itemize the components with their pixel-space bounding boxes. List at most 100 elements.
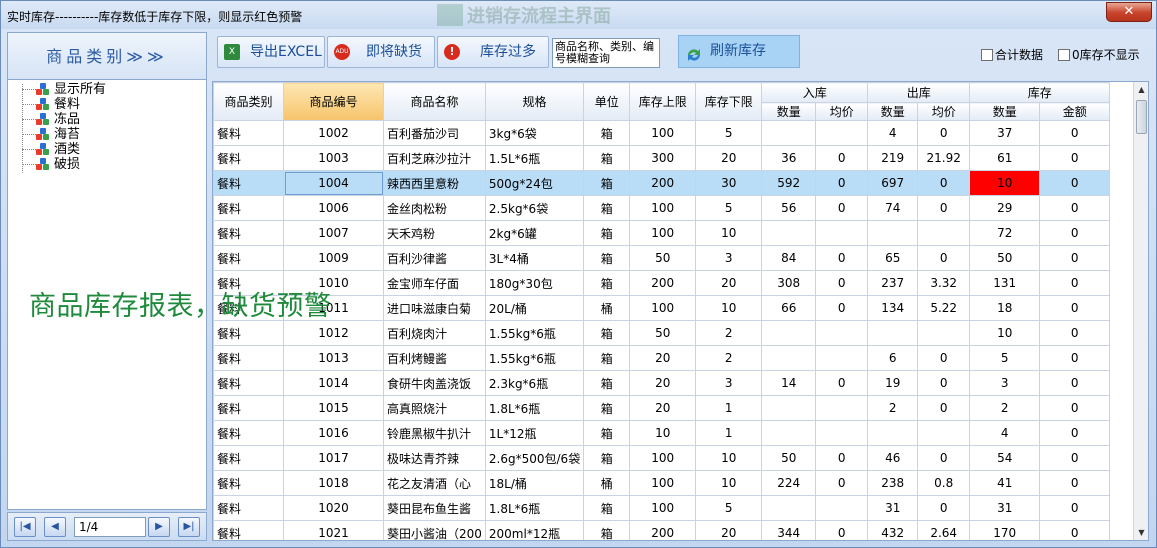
cell-out-qty[interactable]: 31 — [867, 495, 919, 521]
col-header-in-qty[interactable]: 数量 — [761, 102, 817, 121]
cell-out-qty[interactable] — [867, 420, 919, 446]
cell-out-qty[interactable]: 134 — [867, 295, 919, 321]
cell-stock-amount[interactable]: 0 — [1039, 445, 1111, 471]
col-header-lower-limit[interactable]: 库存下限 — [695, 82, 763, 121]
cell-name[interactable]: 葵田昆布鱼生酱 — [383, 495, 486, 521]
cell-name[interactable]: 金丝肉松粉 — [383, 195, 486, 221]
cell-in-qty[interactable] — [761, 420, 817, 446]
cell-stock-qty[interactable]: 10 — [969, 170, 1041, 196]
cell-code[interactable]: 1012 — [283, 320, 384, 346]
cell-category[interactable]: 餐料 — [213, 245, 284, 271]
next-page-button[interactable]: ▶ — [148, 517, 170, 537]
cell-spec[interactable]: 2kg*6罐 — [484, 220, 585, 246]
cell-in-avg[interactable] — [815, 320, 869, 346]
cell-out-qty[interactable]: 219 — [867, 145, 919, 171]
cell-spec[interactable]: 1.8L*6瓶 — [484, 495, 585, 521]
cell-unit[interactable]: 箱 — [583, 345, 631, 371]
cell-out-qty[interactable]: 65 — [867, 245, 919, 271]
cell-name[interactable]: 百利番茄沙司 — [383, 120, 486, 146]
cell-unit[interactable]: 箱 — [583, 270, 631, 296]
cell-upper[interactable]: 100 — [629, 495, 697, 521]
table-row[interactable]: 餐料 1013 百利烤鳗酱 1.55kg*6瓶箱 20 2 6 0 5 0 — [213, 345, 1111, 371]
category-header[interactable]: 商品类别≫≫ — [7, 32, 207, 80]
cell-spec[interactable]: 180g*30包 — [484, 270, 585, 296]
cell-upper[interactable]: 100 — [629, 295, 697, 321]
cell-stock-amount[interactable]: 0 — [1039, 320, 1111, 346]
cell-stock-amount[interactable]: 0 — [1039, 395, 1111, 421]
cell-stock-qty[interactable]: 61 — [969, 145, 1041, 171]
cell-code[interactable]: 1016 — [283, 420, 384, 446]
cell-out-avg[interactable] — [917, 420, 971, 446]
cell-spec[interactable]: 2.6g*500包/6袋 — [484, 445, 585, 471]
cell-upper[interactable]: 20 — [629, 345, 697, 371]
cell-in-qty[interactable]: 344 — [761, 520, 817, 540]
cell-stock-amount[interactable]: 0 — [1039, 520, 1111, 540]
table-row[interactable]: 餐料 1015 高真照烧汁 1.8L*6瓶箱 20 1 2 0 2 0 — [213, 395, 1111, 421]
cell-name[interactable]: 食研牛肉盖浇饭 — [383, 370, 486, 396]
col-header-out-avg[interactable]: 均价 — [917, 102, 971, 121]
table-row[interactable]: 餐料 1012 百利烧肉汁 1.55kg*6瓶箱 50 2 10 0 — [213, 320, 1111, 346]
cell-name[interactable]: 百利烤鳗酱 — [383, 345, 486, 371]
cell-upper[interactable]: 20 — [629, 370, 697, 396]
cell-upper[interactable]: 300 — [629, 145, 697, 171]
cell-stock-qty[interactable]: 18 — [969, 295, 1041, 321]
cell-unit[interactable]: 桶 — [583, 295, 631, 321]
cell-category[interactable]: 餐料 — [213, 345, 284, 371]
cell-upper[interactable]: 50 — [629, 320, 697, 346]
cell-stock-amount[interactable]: 0 — [1039, 245, 1111, 271]
cell-category[interactable]: 餐料 — [213, 120, 284, 146]
cell-category[interactable]: 餐料 — [213, 445, 284, 471]
table-row[interactable]: 餐料 1018 花之友清酒（心 18L/桶桶 100 10 224 0 238 0.8 41 0 — [213, 470, 1111, 496]
tree-item[interactable]: 破损 — [8, 157, 206, 172]
cell-out-avg[interactable]: 3.32 — [917, 270, 971, 296]
cell-lower[interactable]: 3 — [695, 245, 763, 271]
cell-out-avg[interactable]: 0 — [917, 195, 971, 221]
cell-out-qty[interactable]: 238 — [867, 470, 919, 496]
first-page-button[interactable]: |◀ — [14, 517, 36, 537]
table-row[interactable]: 餐料 1007 天禾鸡粉 2kg*6罐箱 100 10 72 0 — [213, 220, 1111, 246]
cell-lower[interactable]: 20 — [695, 520, 763, 540]
cell-stock-amount[interactable]: 0 — [1039, 220, 1111, 246]
cell-unit[interactable]: 箱 — [583, 520, 631, 540]
cell-category[interactable]: 餐料 — [213, 370, 284, 396]
cell-stock-amount[interactable]: 0 — [1039, 145, 1111, 171]
cell-code[interactable]: 1003 — [283, 145, 384, 171]
cell-stock-amount[interactable]: 0 — [1039, 345, 1111, 371]
col-header-upper-limit[interactable]: 库存上限 — [629, 82, 697, 121]
cell-out-qty[interactable]: 19 — [867, 370, 919, 396]
table-row[interactable]: 餐料 1020 葵田昆布鱼生酱 1.8L*6瓶箱 100 5 31 0 31 0 — [213, 495, 1111, 521]
cell-stock-qty[interactable]: 131 — [969, 270, 1041, 296]
cell-upper[interactable]: 50 — [629, 245, 697, 271]
cell-spec[interactable]: 20L/桶 — [484, 295, 585, 321]
cell-lower[interactable]: 3 — [695, 370, 763, 396]
cell-name[interactable]: 金宝师车仔面 — [383, 270, 486, 296]
cell-stock-qty[interactable]: 10 — [969, 320, 1041, 346]
cell-in-qty[interactable]: 50 — [761, 445, 817, 471]
table-row[interactable]: 餐料 1016 铃鹿黑椒牛扒汁 1L*12瓶箱 10 1 4 0 — [213, 420, 1111, 446]
cell-lower[interactable]: 20 — [695, 270, 763, 296]
cell-name[interactable]: 百利沙律酱 — [383, 245, 486, 271]
cell-stock-qty[interactable]: 31 — [969, 495, 1041, 521]
cell-in-avg[interactable] — [815, 120, 869, 146]
cell-stock-amount[interactable]: 0 — [1039, 295, 1111, 321]
cell-lower[interactable]: 10 — [695, 220, 763, 246]
cell-in-avg[interactable]: 0 — [815, 445, 869, 471]
cell-in-avg[interactable] — [815, 345, 869, 371]
cell-out-qty[interactable]: 46 — [867, 445, 919, 471]
cell-lower[interactable]: 5 — [695, 120, 763, 146]
scroll-thumb[interactable] — [1136, 100, 1147, 134]
cell-stock-qty[interactable]: 2 — [969, 395, 1041, 421]
table-row[interactable]: 餐料 1010 金宝师车仔面 180g*30包箱 200 20 308 0 237 3.32 131… — [213, 270, 1111, 296]
cell-name[interactable]: 天禾鸡粉 — [383, 220, 486, 246]
cell-stock-amount[interactable]: 0 — [1039, 170, 1111, 196]
cell-code[interactable]: 1006 — [283, 195, 384, 221]
cell-out-qty[interactable]: 697 — [867, 170, 919, 196]
cell-code[interactable]: 1020 — [283, 495, 384, 521]
cell-in-qty[interactable]: 224 — [761, 470, 817, 496]
cell-lower[interactable]: 5 — [695, 495, 763, 521]
tree-item[interactable]: 冻品 — [8, 112, 206, 127]
cell-unit[interactable]: 箱 — [583, 170, 631, 196]
hide-zero-stock-checkbox[interactable]: 0库存不显示 — [1058, 46, 1140, 63]
cell-out-avg[interactable]: 0 — [917, 370, 971, 396]
cell-lower[interactable]: 20 — [695, 145, 763, 171]
